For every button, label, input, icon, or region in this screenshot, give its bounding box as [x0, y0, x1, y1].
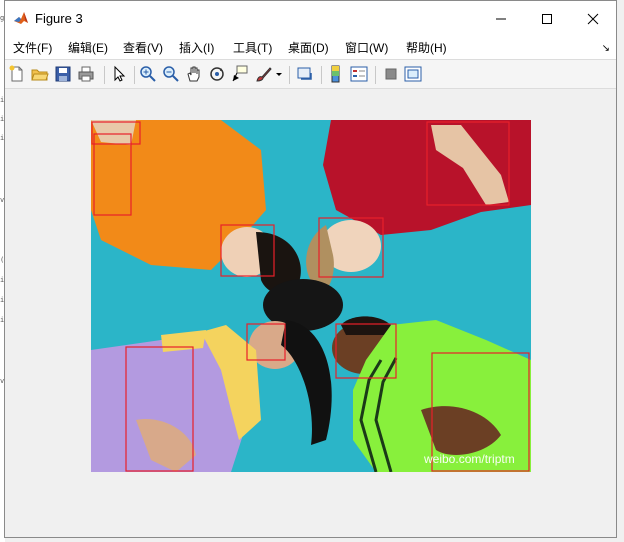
close-icon [587, 13, 599, 25]
select-arrow-icon[interactable] [110, 65, 128, 83]
hide-plot-tools-icon[interactable] [382, 65, 400, 83]
figure-window: Figure 3 文件(F) 编辑(E) 查看(V) 插入(I) 工具(T) 桌… [4, 0, 617, 538]
maximize-button[interactable] [524, 1, 570, 37]
pan-hand-icon[interactable] [185, 65, 203, 83]
figure-toolbar [5, 59, 616, 89]
menu-desktop[interactable]: 桌面(D) [288, 39, 329, 57]
save-icon[interactable] [54, 65, 72, 83]
menu-edit[interactable]: 编辑(E) [68, 39, 108, 57]
window-title: Figure 3 [35, 11, 83, 26]
dock-arrow-icon[interactable]: ↘ [602, 43, 610, 54]
chevron-down-icon[interactable] [275, 65, 283, 83]
link-plot-icon[interactable] [296, 65, 314, 83]
matlab-logo-icon [13, 10, 29, 26]
menu-window[interactable]: 窗口(W) [345, 39, 388, 57]
menu-help[interactable]: 帮助(H) [406, 39, 447, 57]
print-icon[interactable] [77, 65, 95, 83]
toolbar-separator [375, 66, 376, 84]
minimize-button[interactable] [478, 1, 524, 37]
close-button[interactable] [570, 1, 616, 37]
minimize-icon [496, 18, 506, 20]
data-cursor-icon[interactable] [231, 65, 249, 83]
menu-insert[interactable]: 插入(I) [179, 39, 214, 57]
toolbar-separator [134, 66, 135, 84]
new-figure-icon[interactable] [8, 65, 26, 83]
rotate-3d-icon[interactable] [208, 65, 226, 83]
toolbar-separator [289, 66, 290, 84]
open-file-icon[interactable] [31, 65, 49, 83]
menu-tools[interactable]: 工具(T) [233, 39, 272, 57]
menu-view[interactable]: 查看(V) [123, 39, 163, 57]
figure-canvas[interactable]: weibo.com/triptm [5, 89, 616, 537]
colorbar-icon[interactable] [327, 65, 345, 83]
zoom-out-icon[interactable] [162, 65, 180, 83]
brush-icon[interactable] [255, 65, 273, 83]
legend-icon[interactable] [350, 65, 368, 83]
menu-bar: 文件(F) 编辑(E) 查看(V) 插入(I) 工具(T) 桌面(D) 窗口(W… [5, 37, 616, 59]
watermark-text: weibo.com/triptm [424, 452, 515, 466]
axes-image [91, 120, 531, 472]
maximize-icon [542, 14, 552, 24]
show-plot-tools-icon[interactable] [404, 65, 422, 83]
zoom-in-icon[interactable] [139, 65, 157, 83]
menu-file[interactable]: 文件(F) [13, 39, 52, 57]
toolbar-separator [321, 66, 322, 84]
title-bar[interactable]: Figure 3 [5, 1, 616, 37]
toolbar-separator [104, 66, 105, 84]
